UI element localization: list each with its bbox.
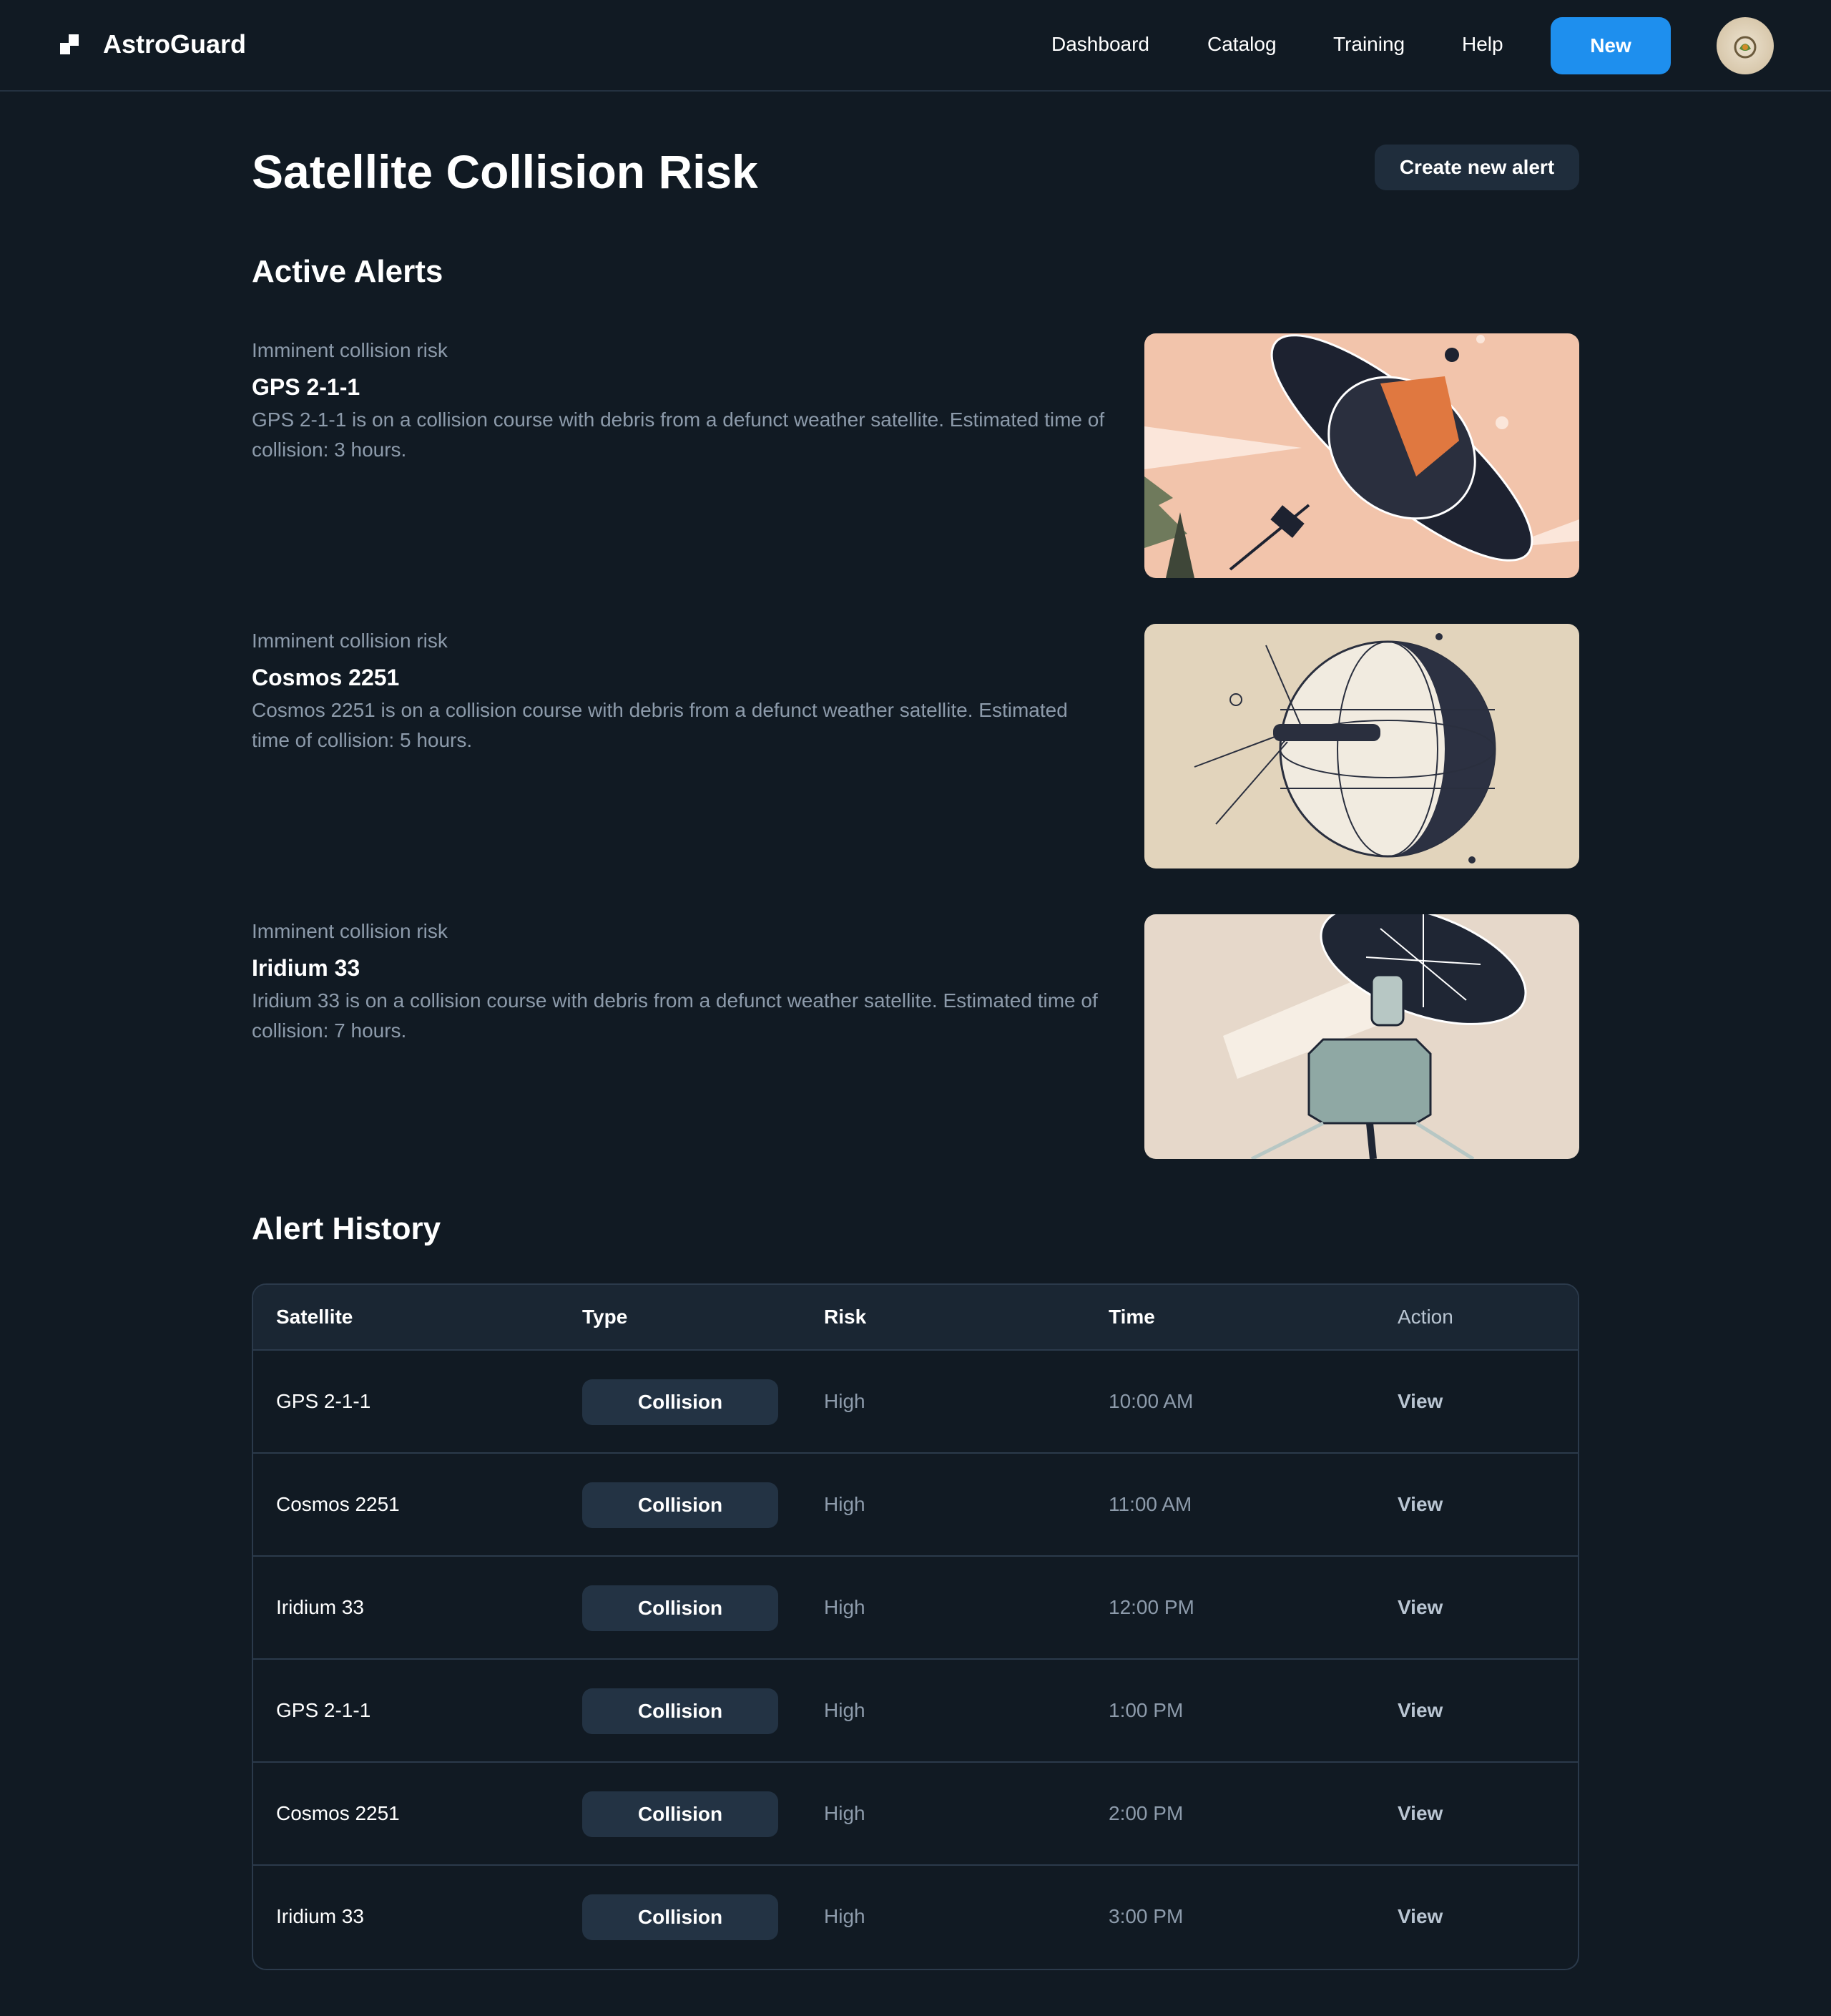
view-link[interactable]: View [1398, 1454, 1443, 1555]
nav-training[interactable]: Training [1333, 29, 1405, 60]
nav-help[interactable]: Help [1462, 29, 1503, 60]
time-cell: 2:00 PM [1109, 1802, 1184, 1824]
type-badge: Collision [582, 1585, 778, 1631]
time-cell: 10:00 AM [1109, 1390, 1194, 1412]
view-link[interactable]: View [1398, 1660, 1443, 1761]
satellite-cell: Iridium 33 [276, 1596, 364, 1618]
alert-card[interactable]: Imminent collision risk GPS 2-1-1 GPS 2-… [252, 333, 1579, 578]
nav-dashboard[interactable]: Dashboard [1051, 29, 1149, 60]
top-navigation-bar: AstroGuard Dashboard Catalog Training He… [0, 0, 1831, 92]
alert-illustration [1144, 914, 1579, 1159]
type-badge: Collision [582, 1791, 778, 1837]
alert-satellite-name: Cosmos 2251 [252, 665, 400, 690]
table-row: Cosmos 2251 Collision High 11:00 AM View [253, 1454, 1578, 1557]
alert-kicker: Imminent collision risk [252, 339, 448, 361]
table-row: Iridium 33 Collision High 3:00 PM View [253, 1866, 1578, 1969]
table-row: Cosmos 2251 Collision High 2:00 PM View [253, 1763, 1578, 1866]
avatar[interactable] [1717, 17, 1774, 74]
risk-cell: High [824, 1905, 865, 1927]
table-row: GPS 2-1-1 Collision High 1:00 PM View [253, 1660, 1578, 1763]
risk-cell: High [824, 1699, 865, 1721]
column-header-action: Action [1398, 1306, 1453, 1328]
alert-description: Cosmos 2251 is on a collision course wit… [252, 699, 1068, 751]
new-button[interactable]: New [1551, 17, 1671, 74]
alert-description: GPS 2-1-1 is on a collision course with … [252, 408, 1105, 461]
alert-satellite-name: Iridium 33 [252, 955, 360, 981]
time-cell: 1:00 PM [1109, 1699, 1184, 1721]
type-badge: Collision [582, 1894, 778, 1940]
alert-kicker: Imminent collision risk [252, 920, 448, 942]
logo-icon[interactable] [60, 34, 79, 54]
table-header: Satellite Type Risk Time Action [253, 1285, 1578, 1351]
brand-name[interactable]: AstroGuard [103, 27, 246, 62]
satellite-cell: Iridium 33 [276, 1905, 364, 1927]
nav-catalog[interactable]: Catalog [1207, 29, 1277, 60]
alert-description: Iridium 33 is on a collision course with… [252, 989, 1098, 1042]
alert-illustration [1144, 333, 1579, 578]
avatar-image [1734, 36, 1757, 59]
type-badge: Collision [582, 1379, 778, 1425]
alert-history-table: Satellite Type Risk Time Action GPS 2-1-… [252, 1283, 1579, 1970]
column-header-satellite[interactable]: Satellite [276, 1285, 353, 1349]
alert-card[interactable]: Imminent collision risk Iridium 33 Iridi… [252, 914, 1579, 1159]
table-row: Iridium 33 Collision High 12:00 PM View [253, 1557, 1578, 1660]
page-title: Satellite Collision Risk [252, 145, 758, 198]
satellite-cell: Cosmos 2251 [276, 1802, 400, 1824]
time-cell: 11:00 AM [1109, 1493, 1192, 1515]
type-badge: Collision [582, 1482, 778, 1528]
table-row: GPS 2-1-1 Collision High 10:00 AM View [253, 1351, 1578, 1454]
satellite-cell: GPS 2-1-1 [276, 1699, 371, 1721]
column-header-time[interactable]: Time [1109, 1285, 1155, 1349]
risk-cell: High [824, 1802, 865, 1824]
satellite-cell: Cosmos 2251 [276, 1493, 400, 1515]
active-alerts-heading: Active Alerts [252, 254, 443, 289]
view-link[interactable]: View [1398, 1351, 1443, 1452]
column-header-risk[interactable]: Risk [824, 1285, 866, 1349]
create-new-alert-button[interactable]: Create new alert [1375, 145, 1579, 190]
column-header-type[interactable]: Type [582, 1285, 627, 1349]
alert-card[interactable]: Imminent collision risk Cosmos 2251 Cosm… [252, 624, 1579, 868]
alert-history-heading: Alert History [252, 1211, 441, 1246]
view-link[interactable]: View [1398, 1763, 1443, 1864]
alert-illustration [1144, 624, 1579, 868]
view-link[interactable]: View [1398, 1557, 1443, 1658]
alert-kicker: Imminent collision risk [252, 630, 448, 652]
risk-cell: High [824, 1390, 865, 1412]
type-badge: Collision [582, 1688, 778, 1734]
risk-cell: High [824, 1493, 865, 1515]
time-cell: 12:00 PM [1109, 1596, 1194, 1618]
view-link[interactable]: View [1398, 1866, 1443, 1967]
satellite-cell: GPS 2-1-1 [276, 1390, 371, 1412]
time-cell: 3:00 PM [1109, 1905, 1184, 1927]
risk-cell: High [824, 1596, 865, 1618]
alert-satellite-name: GPS 2-1-1 [252, 374, 360, 400]
